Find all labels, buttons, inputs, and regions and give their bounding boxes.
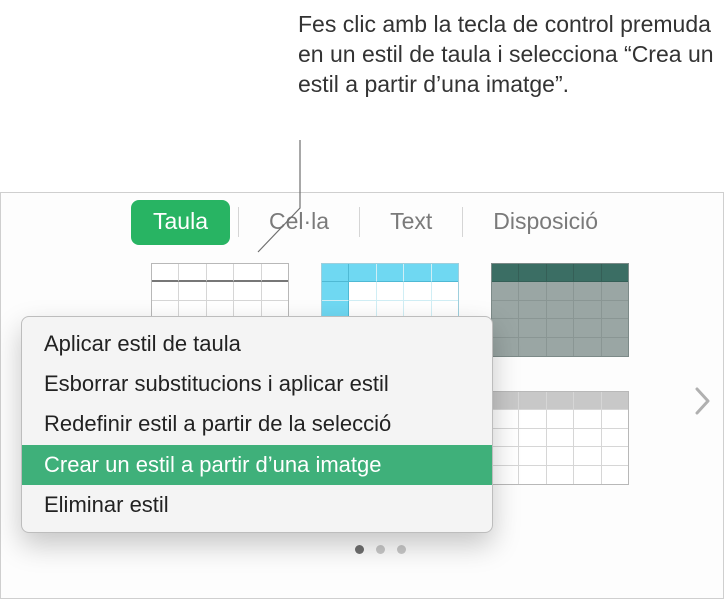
tab-cel-la[interactable]: Cel·la [247,200,351,245]
inspector-tab-bar: Taula Cel·la Text Disposició [131,198,721,246]
annotation-callout: Fes clic amb la tecla de control premuda… [298,10,718,100]
tab-separator [359,207,360,237]
table-style-context-menu: Aplicar estil de taula Esborrar substitu… [21,316,493,533]
menu-item-apply-style[interactable]: Aplicar estil de taula [22,324,492,364]
style-pages-indicator [355,545,406,554]
page-dot-2[interactable] [376,545,385,554]
page-dot-3[interactable] [397,545,406,554]
table-style-preview [491,391,629,485]
tab-separator [462,207,463,237]
menu-item-delete-style[interactable]: Eliminar estil [22,485,492,525]
page-dot-1[interactable] [355,545,364,554]
table-style-thumbnail-3[interactable] [491,263,629,357]
menu-item-redefine-from-selection[interactable]: Redefinir estil a partir de la selecció [22,404,492,444]
tab-disposicio[interactable]: Disposició [471,200,620,245]
table-style-preview [491,263,629,357]
menu-item-clear-overrides[interactable]: Esborrar substitucions i aplicar estil [22,364,492,404]
next-styles-page-button[interactable] [689,381,717,421]
chevron-right-icon [695,387,711,415]
tab-taula[interactable]: Taula [131,200,230,245]
tab-separator [238,207,239,237]
tab-text[interactable]: Text [368,200,454,245]
table-style-thumbnail-6[interactable] [491,391,629,485]
menu-item-create-from-image[interactable]: Crear un estil a partir d’una imatge [22,445,492,485]
